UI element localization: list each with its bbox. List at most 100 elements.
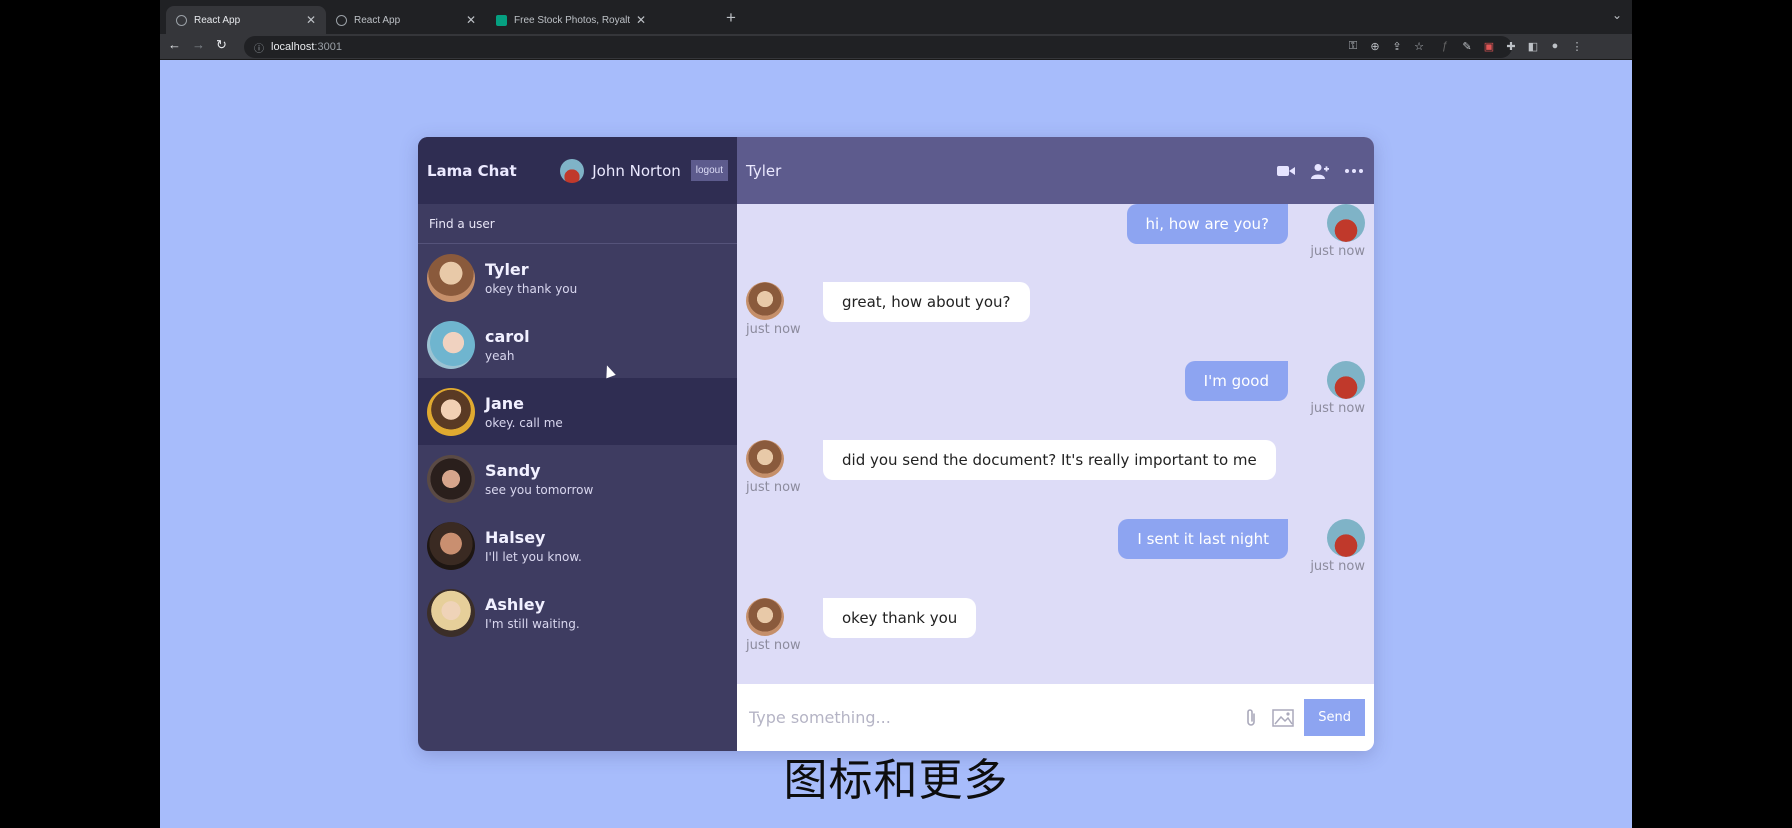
image-icon[interactable]: [1272, 707, 1294, 729]
search-input[interactable]: Find a user: [429, 217, 495, 231]
tab-title: React App: [354, 14, 401, 26]
browser-tab-1[interactable]: React App ✕: [166, 6, 326, 34]
video-camera-icon[interactable]: [1275, 160, 1297, 182]
user-chat-info: Sandy see you tomorrow: [485, 461, 593, 497]
key-icon[interactable]: ⚿: [1346, 39, 1360, 53]
extension-icon[interactable]: ƒ: [1438, 39, 1452, 53]
attachment-icon[interactable]: [1240, 707, 1262, 729]
avatar: [746, 598, 784, 636]
avatar: [427, 387, 475, 436]
globe-icon: [336, 14, 347, 26]
message-input[interactable]: [749, 708, 1231, 727]
user-name: Halsey: [485, 527, 546, 547]
logout-button[interactable]: logout: [690, 160, 728, 181]
messages-list: just now hi, how are you? just now great…: [737, 204, 1374, 684]
message-bubble: I'm good: [1184, 361, 1288, 401]
app-logo: Lama Chat: [427, 161, 517, 180]
pexels-icon: [496, 14, 507, 26]
message-time: just now: [746, 322, 801, 337]
avatar: [746, 440, 784, 478]
user-chat-info: carol yeah: [485, 327, 530, 363]
sidepanel-icon[interactable]: ◧: [1526, 39, 1540, 53]
add-user-icon[interactable]: [1309, 160, 1331, 182]
avatar: [1327, 204, 1365, 242]
user-name: Sandy: [485, 460, 541, 480]
close-icon[interactable]: ✕: [636, 13, 646, 27]
last-message: okey. call me: [485, 415, 563, 430]
browser-tab-bar: React App ✕ React App ✕ Free Stock Photo…: [160, 0, 1632, 34]
sidebar-header: Lama Chat John Norton logout: [418, 137, 737, 204]
avatar: [427, 454, 475, 503]
user-chat-ashley[interactable]: Ashley I'm still waiting.: [418, 579, 737, 646]
profile-icon[interactable]: ●: [1548, 39, 1562, 53]
message-time: just now: [746, 480, 801, 495]
user-chat-tyler[interactable]: Tyler okey thank you: [418, 244, 737, 311]
avatar: [427, 521, 475, 570]
reload-icon[interactable]: ↻: [216, 37, 227, 53]
globe-icon: [176, 14, 187, 26]
close-icon[interactable]: ✕: [466, 13, 476, 27]
current-user-name: John Norton: [592, 161, 681, 180]
extension-red-icon[interactable]: ▣: [1482, 39, 1496, 53]
message-bubble: great, how about you?: [823, 282, 1030, 322]
message-owner: just now I'm good: [737, 361, 1374, 431]
browser-toolbar: ← → ↻ ⓘ localhost:3001 ⚿ ⊕ ⇪ ☆ ƒ ✎ ▣ ✚ ◧…: [160, 34, 1632, 60]
pen-icon[interactable]: ✎: [1460, 39, 1474, 53]
puzzle-icon[interactable]: ✚: [1504, 39, 1518, 53]
message-input-bar: Send: [737, 684, 1374, 751]
message-owner: just now hi, how are you?: [737, 204, 1374, 274]
user-chat-halsey[interactable]: Halsey I'll let you know.: [418, 512, 737, 579]
chat-panel: Tyler just now hi, how are you? just now…: [737, 137, 1374, 751]
last-message: yeah: [485, 348, 515, 363]
info-icon[interactable]: ⓘ: [254, 40, 264, 55]
share-icon[interactable]: ⇪: [1390, 39, 1404, 53]
message-received: just now great, how about you?: [737, 282, 1374, 352]
user-chat-sandy[interactable]: Sandy see you tomorrow: [418, 445, 737, 512]
address-bar[interactable]: ⓘ localhost:3001: [244, 36, 1512, 58]
menu-icon[interactable]: ⋮: [1570, 39, 1584, 53]
send-button[interactable]: Send: [1304, 699, 1365, 736]
last-message: I'm still waiting.: [485, 616, 580, 631]
tab-title: Free Stock Photos, Royalty Fre: [514, 14, 630, 26]
tab-title: React App: [194, 14, 241, 26]
url-text: localhost:3001: [271, 41, 342, 53]
user-name: carol: [485, 326, 530, 346]
close-icon[interactable]: ✕: [306, 13, 316, 27]
avatar: [746, 282, 784, 320]
current-user-avatar: [560, 158, 585, 183]
browser-tab-2[interactable]: React App ✕: [326, 6, 486, 34]
new-tab-icon[interactable]: +: [726, 8, 736, 28]
search-form[interactable]: Find a user: [418, 204, 737, 244]
chevron-down-icon[interactable]: ⌄: [1612, 8, 1622, 22]
user-name: Ashley: [485, 594, 546, 614]
user-name: Jane: [485, 393, 524, 413]
sidebar: Lama Chat John Norton logout Find a user…: [418, 137, 737, 751]
message-bubble: okey thank you: [823, 598, 977, 638]
screen: React App ✕ React App ✕ Free Stock Photo…: [160, 0, 1632, 828]
last-message: I'll let you know.: [485, 549, 582, 564]
chat-contact-name: Tyler: [746, 161, 782, 180]
message-time: just now: [1310, 401, 1365, 416]
message-time: just now: [746, 638, 801, 653]
avatar: [427, 588, 475, 637]
message-bubble: did you send the document? It's really i…: [823, 440, 1276, 480]
last-message: see you tomorrow: [485, 482, 594, 497]
browser-tab-3[interactable]: Free Stock Photos, Royalty Fre ✕: [486, 6, 656, 34]
user-chat-carol[interactable]: carol yeah: [418, 311, 737, 378]
zoom-icon[interactable]: ⊕: [1368, 39, 1382, 53]
forward-icon[interactable]: →: [192, 37, 205, 52]
chat-app: Lama Chat John Norton logout Find a user…: [418, 137, 1374, 751]
message-time: just now: [1310, 559, 1365, 574]
video-subtitle: 图标和更多: [783, 755, 1009, 806]
message-received: just now did you send the document? It's…: [737, 440, 1374, 510]
bookmark-star-icon[interactable]: ☆: [1412, 39, 1426, 53]
message-bubble: I sent it last night: [1118, 519, 1288, 559]
user-chat-jane[interactable]: Jane okey. call me: [418, 378, 737, 445]
user-chat-info: Halsey I'll let you know.: [485, 528, 582, 564]
avatar: [1327, 519, 1365, 557]
message-time: just now: [1310, 244, 1365, 259]
message-received: just now okey thank you: [737, 598, 1374, 668]
back-icon[interactable]: ←: [168, 37, 181, 52]
avatar: [1327, 361, 1365, 399]
more-icon[interactable]: [1343, 160, 1365, 182]
